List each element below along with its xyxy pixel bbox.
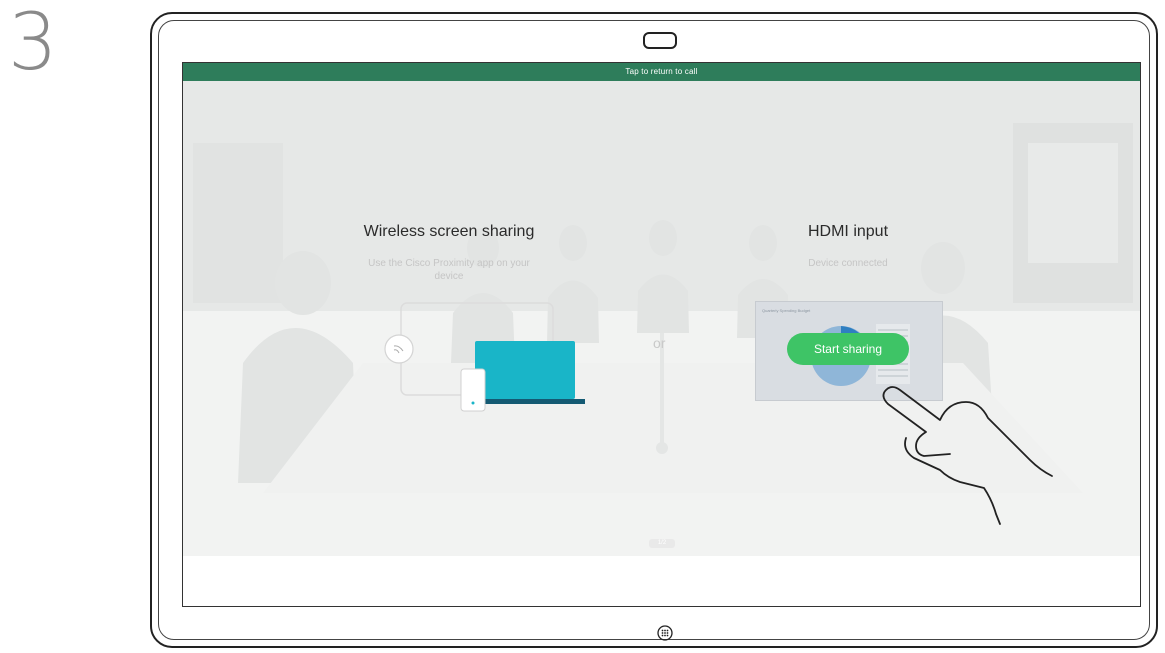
device-side-notch [150, 570, 152, 610]
camera-icon [643, 32, 677, 49]
return-to-call-banner[interactable]: Tap to return to call [183, 63, 1140, 81]
phone-icon [460, 368, 486, 412]
preview-caption: Quarterly Spending Budget [762, 308, 811, 313]
home-button-icon[interactable] [657, 625, 673, 641]
laptop-icon [475, 341, 575, 399]
wireless-sharing-subtitle: Use the Cisco Proximity app on your devi… [368, 258, 530, 282]
wireless-signal-icon [384, 334, 414, 364]
wireless-sharing-title: Wireless screen sharing [363, 223, 535, 240]
page-indicator: 1/2 [649, 539, 675, 548]
screen-bottom-area [183, 556, 1140, 606]
or-divider: or [653, 335, 666, 351]
wireless-sharing-illustration [384, 302, 585, 412]
step-number: 3 [8, 0, 58, 88]
hdmi-input-title: HDMI input [807, 223, 889, 240]
hdmi-status-text: Device connected [808, 258, 888, 269]
start-sharing-button[interactable]: Start sharing [787, 333, 909, 365]
device-side-notch [150, 100, 152, 140]
pointing-hand-icon [882, 386, 1053, 525]
